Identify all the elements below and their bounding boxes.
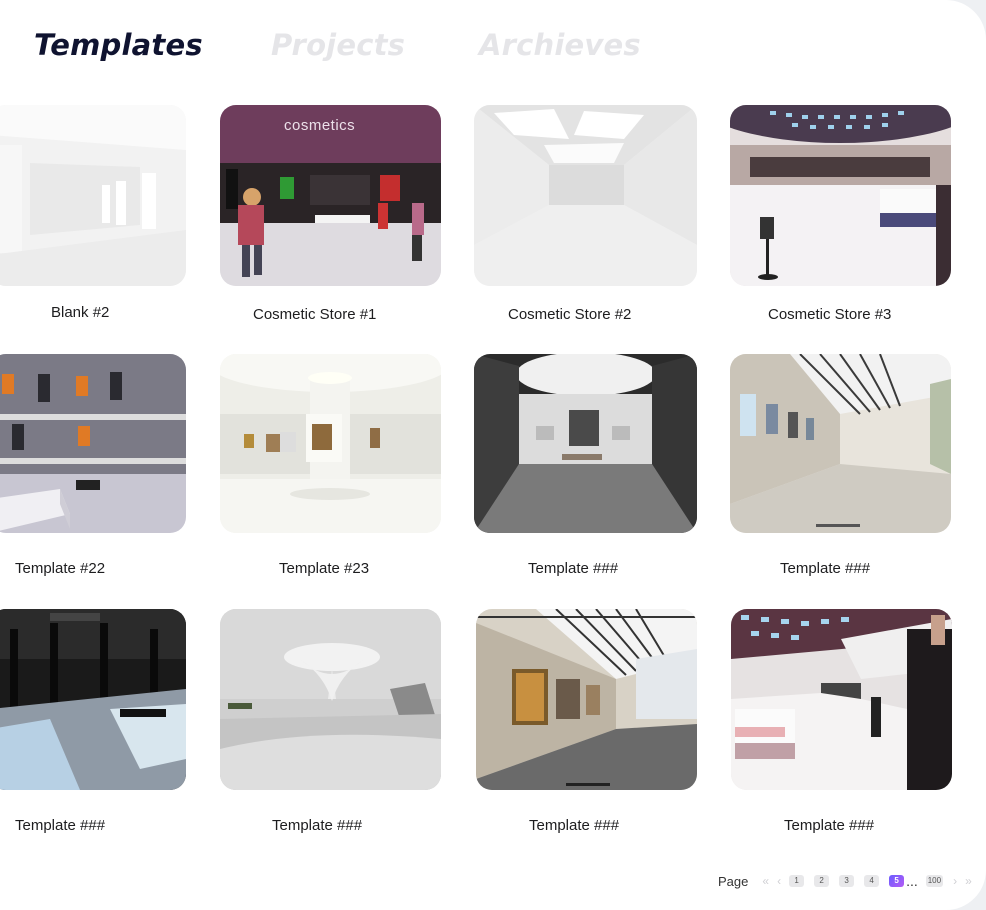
template-thumbnail [476,609,697,790]
template-name: Template ### [784,817,875,834]
template-thumbnail [474,354,697,533]
template-name: Template ### [529,817,620,834]
template-name: Blank #2 [51,304,110,321]
template-name: Template #22 [15,560,106,577]
last-page-icon[interactable]: » [965,874,972,888]
page-button-4[interactable]: 4 [864,875,880,887]
template-thumbnail [474,105,697,286]
template-name: Cosmetic Store #3 [768,306,892,323]
prev-page-icon[interactable]: ‹ [777,874,781,888]
template-thumbnail [731,609,952,790]
tab-projects[interactable]: Projects [271,28,405,62]
template-thumbnail [220,609,441,790]
template-name: Cosmetic Store #1 [253,306,377,323]
template-thumbnail [730,105,951,286]
tab-archieves[interactable]: Archieves [479,28,641,62]
template-thumbnail: cosmetics [220,105,441,286]
template-name: Template ### [272,817,363,834]
template-name: Template ### [15,817,106,834]
page-button-100[interactable]: 100 [925,875,944,887]
page-ellipsis: ... [906,873,918,889]
template-thumbnail [0,105,186,286]
template-thumbnail [0,609,186,790]
template-thumbnail [730,354,951,533]
page-label: Page [718,873,749,889]
template-name: Template ### [528,560,619,577]
next-page-icon[interactable]: › [953,874,957,888]
page-button-1[interactable]: 1 [789,875,805,887]
page-button-3[interactable]: 3 [839,875,855,887]
template-name: Template #23 [279,560,370,577]
store-sign: cosmetics [284,117,356,134]
pagination: Page « ‹ 1 2 3 4 5 ... 100 › » [718,870,980,892]
template-thumbnail [220,354,441,533]
templates-panel: Templates Projects Archieves Blank #2 co… [0,0,986,910]
page-button-2[interactable]: 2 [814,875,830,887]
page-button-5-current[interactable]: 5 [889,875,905,887]
template-name: Template ### [780,560,871,577]
tab-templates[interactable]: Templates [34,28,203,62]
template-thumbnail [0,354,186,533]
template-name: Cosmetic Store #2 [508,306,632,323]
first-page-icon[interactable]: « [762,874,769,888]
